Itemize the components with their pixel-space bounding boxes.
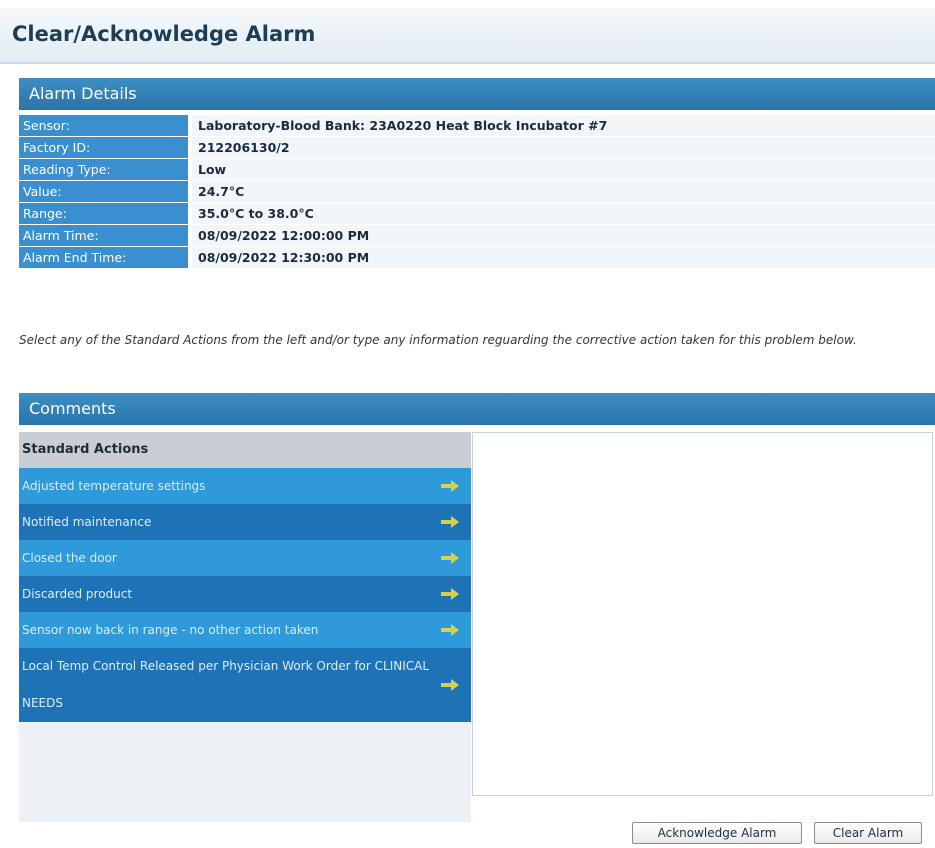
action-local-temp-control-released[interactable]: Local Temp Control Released per Physicia…: [19, 648, 471, 722]
detail-row-alarm-time: Alarm Time: 08/09/2022 12:00:00 PM: [19, 225, 935, 246]
detail-label: Value:: [19, 181, 188, 202]
arrow-right-icon[interactable]: [441, 588, 459, 600]
detail-value: 35.0°C to 38.0°C: [192, 203, 935, 224]
instructions-text: Select any of the Standard Actions from …: [19, 333, 857, 347]
detail-value: 24.7°C: [192, 181, 935, 202]
action-notified-maintenance[interactable]: Notified maintenance: [19, 504, 471, 540]
detail-value: 08/09/2022 12:30:00 PM: [192, 247, 935, 268]
detail-row-value: Value: 24.7°C: [19, 181, 935, 202]
detail-label: Reading Type:: [19, 159, 188, 180]
arrow-right-icon[interactable]: [441, 480, 459, 492]
detail-label: Sensor:: [19, 115, 188, 136]
detail-row-reading-type: Reading Type: Low: [19, 159, 935, 180]
detail-row-sensor: Sensor: Laboratory-Blood Bank: 23A0220 H…: [19, 115, 935, 136]
detail-label: Alarm Time:: [19, 225, 188, 246]
detail-row-alarm-end-time: Alarm End Time: 08/09/2022 12:30:00 PM: [19, 247, 935, 268]
standard-actions-panel: Standard Actions Adjusted temperature se…: [19, 432, 471, 822]
arrow-right-icon[interactable]: [441, 552, 459, 564]
action-label: Notified maintenance: [22, 515, 152, 529]
page-title-bar: Clear/Acknowledge Alarm: [0, 8, 935, 64]
alarm-details-header: Alarm Details: [19, 78, 935, 110]
comments-header: Comments: [19, 393, 935, 425]
detail-value: Low: [192, 159, 935, 180]
action-label: Local Temp Control Released per Physicia…: [22, 659, 430, 710]
detail-row-range: Range: 35.0°C to 38.0°C: [19, 203, 935, 224]
alarm-details-table: Sensor: Laboratory-Blood Bank: 23A0220 H…: [19, 115, 935, 269]
detail-label: Range:: [19, 203, 188, 224]
detail-value: 08/09/2022 12:00:00 PM: [192, 225, 935, 246]
action-closed-door[interactable]: Closed the door: [19, 540, 471, 576]
detail-label: Alarm End Time:: [19, 247, 188, 268]
arrow-right-icon[interactable]: [441, 516, 459, 528]
action-label: Sensor now back in range - no other acti…: [22, 623, 319, 637]
action-label: Discarded product: [22, 587, 133, 601]
detail-label: Factory ID:: [19, 137, 188, 158]
clear-alarm-button[interactable]: Clear Alarm: [814, 822, 922, 844]
detail-value: 212206130/2: [192, 137, 935, 158]
detail-row-factory-id: Factory ID: 212206130/2: [19, 137, 935, 158]
action-label: Closed the door: [22, 551, 117, 565]
action-label: Adjusted temperature settings: [22, 479, 206, 493]
action-sensor-back-in-range[interactable]: Sensor now back in range - no other acti…: [19, 612, 471, 648]
action-adjusted-temperature[interactable]: Adjusted temperature settings: [19, 468, 471, 504]
comment-textarea[interactable]: [472, 432, 933, 796]
page-title: Clear/Acknowledge Alarm: [12, 22, 316, 46]
action-discarded-product[interactable]: Discarded product: [19, 576, 471, 612]
acknowledge-alarm-button[interactable]: Acknowledge Alarm: [632, 822, 802, 844]
arrow-right-icon[interactable]: [441, 679, 459, 691]
detail-value: Laboratory-Blood Bank: 23A0220 Heat Bloc…: [192, 115, 935, 136]
standard-actions-header: Standard Actions: [19, 432, 471, 468]
arrow-right-icon[interactable]: [441, 624, 459, 636]
